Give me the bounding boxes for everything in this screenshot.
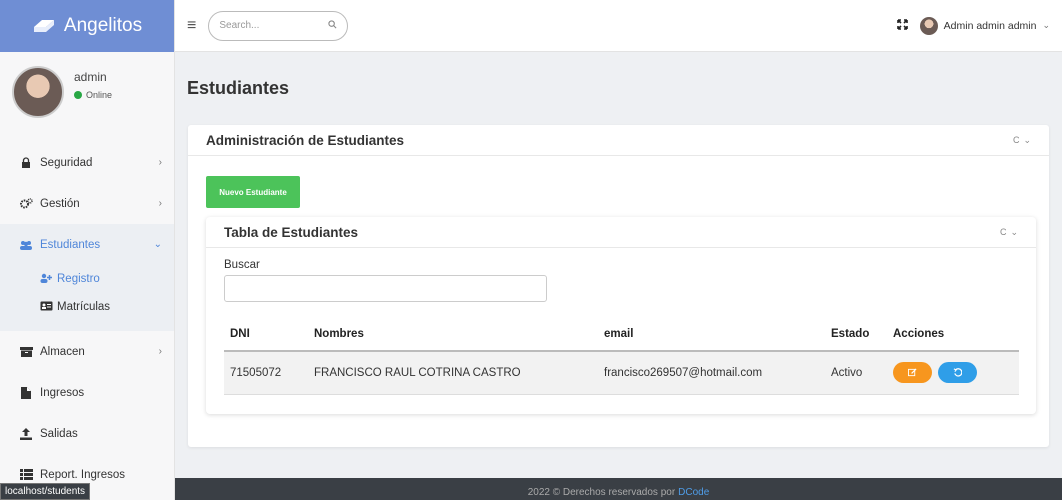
sidebar-item-ingresos[interactable]: Ingresos — [0, 372, 174, 413]
sidebar-subitem-registro[interactable]: Registro — [0, 265, 174, 293]
chevron-down-icon[interactable]: ⌄ — [1010, 227, 1018, 238]
cogs-icon — [18, 198, 34, 209]
user-plus-icon — [40, 273, 54, 286]
table-row: 71505072 FRANCISCO RAUL COTRINA CASTRO f… — [224, 351, 1019, 395]
reset-button[interactable] — [938, 362, 978, 384]
sidebar-item-label: Estudiantes — [40, 238, 101, 251]
sidebar-item-label: Ingresos — [40, 386, 85, 399]
table-search-input[interactable] — [224, 275, 547, 302]
sidebar-menu: Seguridad › Gestión › Estudiantes ⌄ Regi… — [0, 142, 174, 495]
sidebar-item-salidas[interactable]: Salidas — [0, 413, 174, 454]
undo-icon — [953, 368, 963, 377]
sidebar-item-seguridad[interactable]: Seguridad › — [0, 142, 174, 183]
search-label: Buscar — [224, 259, 260, 271]
column-header-acciones: Acciones — [887, 317, 1019, 352]
card-tools: C ⌄ — [1013, 135, 1031, 146]
search-bar[interactable] — [208, 10, 349, 41]
footer-link[interactable]: DCode — [678, 487, 709, 498]
table-header-row: DNI Nombres email Estado Acciones — [224, 317, 1019, 352]
sidebar-item-label: Seguridad — [40, 156, 93, 169]
refresh-icon[interactable]: C — [1000, 227, 1007, 238]
column-header-estado[interactable]: Estado — [825, 317, 887, 352]
user-panel: admin Online — [0, 52, 174, 132]
user-status-label: Online — [86, 90, 113, 100]
sidebar: Angelitos admin Online Seguridad › Gesti… — [0, 0, 175, 500]
column-header-dni[interactable]: DNI — [224, 317, 308, 352]
submenu-estudiantes: Registro Matrículas — [0, 265, 174, 331]
cell-acciones — [887, 351, 1019, 395]
avatar — [919, 16, 938, 35]
chevron-right-icon: › — [158, 198, 162, 209]
sidebar-item-label: Salidas — [40, 427, 78, 440]
card-title: Administración de Estudiantes — [206, 132, 405, 148]
footer: 2022 © Derechos reservados por DCode — [175, 478, 1062, 500]
cell-email: francisco269507@hotmail.com — [598, 351, 825, 395]
file-icon — [18, 386, 34, 399]
chevron-right-icon: › — [158, 157, 162, 168]
sidebar-subitem-label: Matrículas — [57, 301, 111, 313]
edit-icon — [908, 368, 917, 377]
id-card-icon — [40, 301, 54, 314]
chevron-down-icon[interactable]: ⌄ — [1023, 135, 1031, 146]
user-status: Online — [74, 90, 112, 100]
brand[interactable]: Angelitos — [0, 0, 174, 52]
status-url-tooltip: localhost/students — [0, 483, 91, 500]
brand-name: Angelitos — [63, 15, 143, 36]
archive-icon — [18, 346, 34, 357]
cell-dni: 71505072 — [224, 351, 308, 395]
upload-icon — [18, 427, 34, 440]
students-table: DNI Nombres email Estado Acciones 715050… — [224, 317, 1019, 395]
column-header-nombres[interactable]: Nombres — [308, 317, 598, 352]
cell-nombres: FRANCISCO RAUL COTRINA CASTRO — [308, 351, 598, 395]
chevron-down-icon: ⌄ — [153, 239, 162, 250]
sidebar-subitem-label: Registro — [57, 273, 100, 285]
search-input[interactable] — [219, 20, 329, 31]
chevron-down-icon: ⌄ — [1042, 20, 1050, 30]
sidebar-item-estudiantes[interactable]: Estudiantes ⌄ — [0, 224, 174, 265]
admin-card: Administración de Estudiantes C ⌄ Nuevo … — [188, 125, 1049, 447]
fullscreen-icon[interactable] — [896, 18, 908, 33]
users-icon — [18, 240, 34, 250]
sidebar-item-label: Report. Ingresos — [40, 468, 126, 481]
column-header-email[interactable]: email — [598, 317, 825, 352]
topbar: ≡ Admin admin admin ⌄ — [175, 0, 1062, 52]
avatar — [12, 66, 64, 118]
user-menu-label: Admin admin admin — [943, 19, 1037, 32]
lock-icon — [18, 157, 34, 168]
logo-icon — [33, 20, 54, 32]
sidebar-item-label: Gestión — [40, 197, 80, 210]
online-dot-icon — [74, 91, 82, 99]
chevron-right-icon: › — [158, 346, 162, 357]
sidebar-item-almacen[interactable]: Almacen › — [0, 331, 174, 372]
hamburger-menu-icon[interactable]: ≡ — [187, 17, 196, 35]
table-card-title: Tabla de Estudiantes — [224, 224, 359, 240]
user-menu[interactable]: Admin admin admin ⌄ — [919, 16, 1050, 35]
edit-button[interactable] — [893, 362, 932, 384]
sidebar-subitem-matriculas[interactable]: Matrículas — [0, 293, 174, 321]
page-title: Estudiantes — [187, 78, 290, 98]
sidebar-item-label: Almacen — [40, 345, 85, 358]
new-student-button[interactable]: Nuevo Estudiante — [206, 176, 300, 208]
search-icon[interactable] — [328, 19, 337, 32]
students-table-card: Tabla de Estudiantes C ⌄ Buscar DNI Nomb… — [206, 217, 1036, 414]
card-tools: C ⌄ — [1000, 227, 1018, 238]
sidebar-item-gestion[interactable]: Gestión › — [0, 183, 174, 224]
list-icon — [18, 469, 34, 480]
cell-estado: Activo — [825, 351, 887, 395]
main-content: Estudiantes Administración de Estudiante… — [175, 52, 1062, 478]
refresh-icon[interactable]: C — [1013, 135, 1020, 146]
user-name: admin — [74, 70, 107, 84]
footer-text: 2022 © Derechos reservados por — [527, 487, 676, 498]
